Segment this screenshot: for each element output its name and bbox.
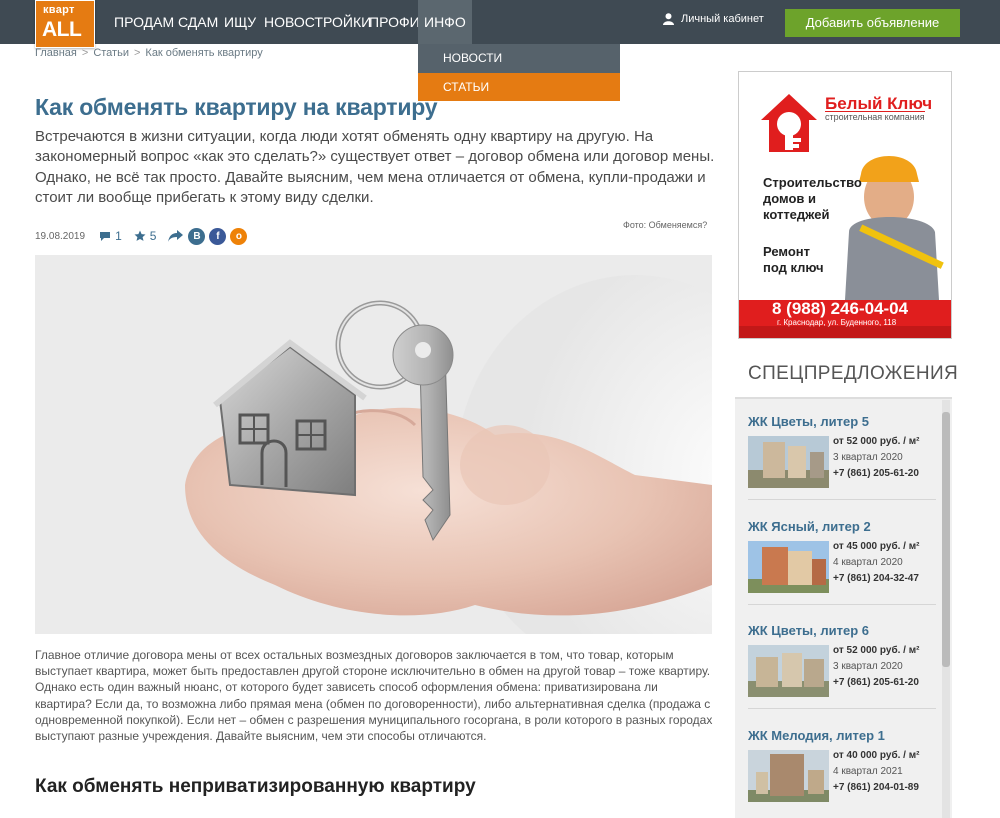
star-icon <box>134 230 146 241</box>
offer-phone[interactable]: +7 (861) 205-61-20 <box>833 675 919 691</box>
special-offers-list: ЖК Цветы, литер 5 от 52 000 руб. / м² 3 … <box>735 397 952 818</box>
offer-price: от 52 000 руб. / м² <box>833 645 920 656</box>
menu-item-news[interactable]: НОВОСТИ <box>418 44 620 73</box>
offer-price: от 40 000 руб. / м² <box>833 750 920 761</box>
vk-share-icon[interactable]: В <box>188 227 206 245</box>
comment-icon <box>100 231 111 241</box>
offer-card[interactable]: ЖК Мелодия, литер 1 от 40 000 руб. / м² … <box>748 728 928 802</box>
ad-line: Ремонт <box>763 244 811 259</box>
divider <box>748 708 936 709</box>
offer-deadline: 3 квартал 2020 <box>833 661 903 672</box>
article-subheading: Как обменять неприватизированную квартир… <box>35 776 476 797</box>
hand-with-house-keys-image <box>35 255 712 634</box>
user-icon <box>663 13 674 25</box>
cabinet-label: Личный кабинет <box>681 13 764 25</box>
rating-value: 5 <box>149 229 157 243</box>
scrollbar-thumb[interactable] <box>942 412 950 667</box>
nav-new-buildings[interactable]: НОВОСТРОЙКИ <box>257 0 378 44</box>
publish-date: 19.08.2019 <box>35 230 86 242</box>
offer-deadline: 3 квартал 2020 <box>833 452 903 463</box>
ad-text-construction: Строительство домов и коттеджей <box>763 175 862 223</box>
ad-subtitle: строительная компания <box>825 111 925 122</box>
nav-pros[interactable]: ПРОФИ <box>362 0 427 44</box>
special-offers-title: СПЕЦПРЕДЛОЖЕНИЯ <box>748 363 959 384</box>
logo-line1: кварт <box>43 4 75 16</box>
share-icon[interactable] <box>168 230 184 242</box>
offer-building-image[interactable] <box>748 750 829 802</box>
article-lead: Встречаются в жизни ситуации, когда люди… <box>35 128 715 206</box>
offer-phone[interactable]: +7 (861) 204-01-89 <box>833 780 919 796</box>
comments-count: 1 <box>115 229 122 243</box>
nav-info[interactable]: ИНФО <box>418 0 472 44</box>
ad-line: Строительство <box>763 175 862 190</box>
rating-counter[interactable]: 5 <box>134 229 157 243</box>
offer-card[interactable]: ЖК Цветы, литер 6 от 52 000 руб. / м² 3 … <box>748 623 936 709</box>
offer-info: от 40 000 руб. / м² 4 квартал 2021 +7 (8… <box>833 748 919 796</box>
article-hero-image <box>35 255 712 634</box>
facebook-share-icon[interactable]: f <box>209 227 227 245</box>
offer-building-image[interactable] <box>748 436 829 488</box>
breadcrumb-home[interactable]: Главная <box>35 47 77 59</box>
offer-name[interactable]: ЖК Мелодия, литер 1 <box>748 728 928 743</box>
offer-name[interactable]: ЖК Цветы, литер 5 <box>748 414 928 429</box>
ad-line: домов и <box>763 191 817 206</box>
site-logo[interactable]: кварт ALL <box>35 0 95 48</box>
menu-item-articles[interactable]: СТАТЬИ <box>418 73 620 101</box>
offer-card[interactable]: ЖК Цветы, литер 5 от 52 000 руб. / м² 3 … <box>748 414 936 500</box>
divider <box>748 499 936 500</box>
breadcrumb: Главная > Статьи > Как обменять квартиру <box>35 47 263 59</box>
personal-cabinet-link[interactable]: Личный кабинет <box>663 13 764 25</box>
add-listing-button[interactable]: Добавить объявление <box>785 9 960 37</box>
offer-phone[interactable]: +7 (861) 204-32-47 <box>833 571 919 587</box>
offer-price: от 45 000 руб. / м² <box>833 541 920 552</box>
article-body-paragraph: Главное отличие договора мены от всех ос… <box>35 648 713 744</box>
divider <box>748 604 936 605</box>
article-meta: 19.08.2019 1 5 В f о <box>35 227 248 245</box>
ad-phone: 8 (988) 246-04-04 <box>772 299 909 318</box>
breadcrumb-separator: > <box>81 47 89 59</box>
offers-scrollbar[interactable] <box>942 400 950 818</box>
info-dropdown-menu: НОВОСТИ СТАТЬИ <box>418 44 620 101</box>
offer-deadline: 4 квартал 2021 <box>833 766 903 777</box>
offer-card[interactable]: ЖК Ясный, литер 2 от 45 000 руб. / м² 4 … <box>748 519 936 605</box>
offer-info: от 52 000 руб. / м² 3 квартал 2020 +7 (8… <box>833 434 919 482</box>
offer-price: от 52 000 руб. / м² <box>833 436 920 447</box>
offer-info: от 52 000 руб. / м² 3 квартал 2020 +7 (8… <box>833 643 919 691</box>
offer-info: от 45 000 руб. / м² 4 квартал 2020 +7 (8… <box>833 539 919 587</box>
top-navigation-bar: кварт ALL ПРОДАМ СДАМ ИЩУ НОВОСТРОЙКИ ПР… <box>0 0 1000 48</box>
odnoklassniki-share-icon[interactable]: о <box>230 227 248 245</box>
ad-text-repair: Ремонт под ключ <box>763 244 824 276</box>
advertising-banner[interactable]: Белый Ключ строительная компания Строите… <box>738 71 952 339</box>
breadcrumb-articles[interactable]: Статьи <box>93 47 129 59</box>
comments-counter[interactable]: 1 <box>99 229 122 243</box>
ad-line: под ключ <box>763 260 824 275</box>
photo-caption: Фото: Обменяемся? <box>623 220 708 230</box>
ad-line: коттеджей <box>763 207 830 222</box>
offer-name[interactable]: ЖК Цветы, литер 6 <box>748 623 928 638</box>
offer-deadline: 4 квартал 2020 <box>833 557 903 568</box>
offer-building-image[interactable] <box>748 645 829 697</box>
breadcrumb-separator: > <box>133 47 141 59</box>
offer-phone[interactable]: +7 (861) 205-61-20 <box>833 466 919 482</box>
article-title: Как обменять квартиру на квартиру <box>35 94 438 120</box>
logo-line2: ALL <box>42 18 82 41</box>
offer-building-image[interactable] <box>748 541 829 593</box>
offer-name[interactable]: ЖК Ясный, литер 2 <box>748 519 928 534</box>
ad-address: г. Краснодар, ул. Буденного, 118 <box>777 318 897 327</box>
breadcrumb-current: Как обменять квартиру <box>145 47 263 59</box>
